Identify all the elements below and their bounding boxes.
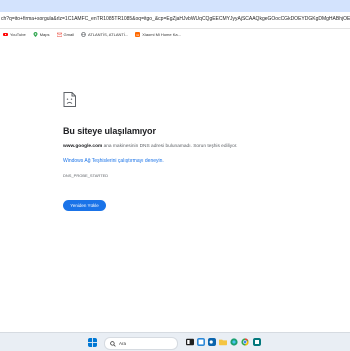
bookmarks-bar: YouTube Maps Gmail ATLANTİS, ATLANTİ... … <box>0 29 350 39</box>
widgets-icon[interactable] <box>197 338 205 346</box>
bookmark-youtube[interactable]: YouTube <box>3 32 26 37</box>
bookmark-label: Xiaomi Mi Home Ka... <box>142 31 181 37</box>
address-bar[interactable]: ch?q=ito+firma+sorgula&rlz=1C1AMFC_enTR1… <box>0 12 350 29</box>
windows-taskbar: Ara <box>0 332 350 351</box>
bookmark-label: Gmail <box>63 31 74 37</box>
reload-button[interactable]: Yeniden Yükle <box>63 200 106 211</box>
search-icon <box>110 340 116 347</box>
outlook-icon[interactable] <box>208 338 216 346</box>
bookmark-label: Maps <box>39 31 50 37</box>
error-message: ana makinesinin DNS adresi bulunamadı. S… <box>102 144 238 149</box>
bookmark-xiaomi[interactable]: mi Xiaomi Mi Home Ka... <box>135 31 181 37</box>
diagnostics-link[interactable]: Windows Ağ Teşhislerini çalıştırmayı den… <box>63 158 164 164</box>
task-view-icon[interactable] <box>186 338 194 346</box>
search-placeholder: Ara <box>119 341 127 346</box>
bookmark-maps[interactable]: Maps <box>33 31 50 37</box>
tab-strip <box>0 0 350 12</box>
globe-icon <box>80 31 86 37</box>
windows-start-icon[interactable] <box>88 338 97 347</box>
bookmark-label: YouTube <box>10 31 26 37</box>
chrome-icon[interactable] <box>241 338 249 346</box>
error-host: www.google.com <box>63 144 103 149</box>
address-url[interactable]: ch?q=ito+firma+sorgula&rlz=1C1AMFC_enTR1… <box>1 16 350 22</box>
sad-page-icon <box>63 92 76 107</box>
maps-icon <box>33 31 38 37</box>
bookmark-label: ATLANTİS, ATLANTİ... <box>87 31 129 37</box>
store-icon[interactable] <box>253 338 261 346</box>
taskbar-search[interactable]: Ara <box>104 337 178 350</box>
youtube-icon <box>3 32 8 36</box>
error-title: Bu siteye ulaşılamıyor <box>63 126 156 136</box>
bookmark-gmail[interactable]: Gmail <box>56 31 74 37</box>
xiaomi-icon: mi <box>135 31 141 37</box>
error-code: DNS_PROBE_STARTED <box>63 173 109 178</box>
edge-icon[interactable] <box>230 338 238 346</box>
bookmark-atlantis[interactable]: ATLANTİS, ATLANTİ... <box>80 31 129 37</box>
svg-text:mi: mi <box>136 32 139 36</box>
page-content <box>0 40 350 332</box>
gmail-icon <box>56 32 62 37</box>
file-explorer-icon[interactable] <box>219 338 227 346</box>
error-description: www.google.com ana makinesinin DNS adres… <box>63 144 237 149</box>
